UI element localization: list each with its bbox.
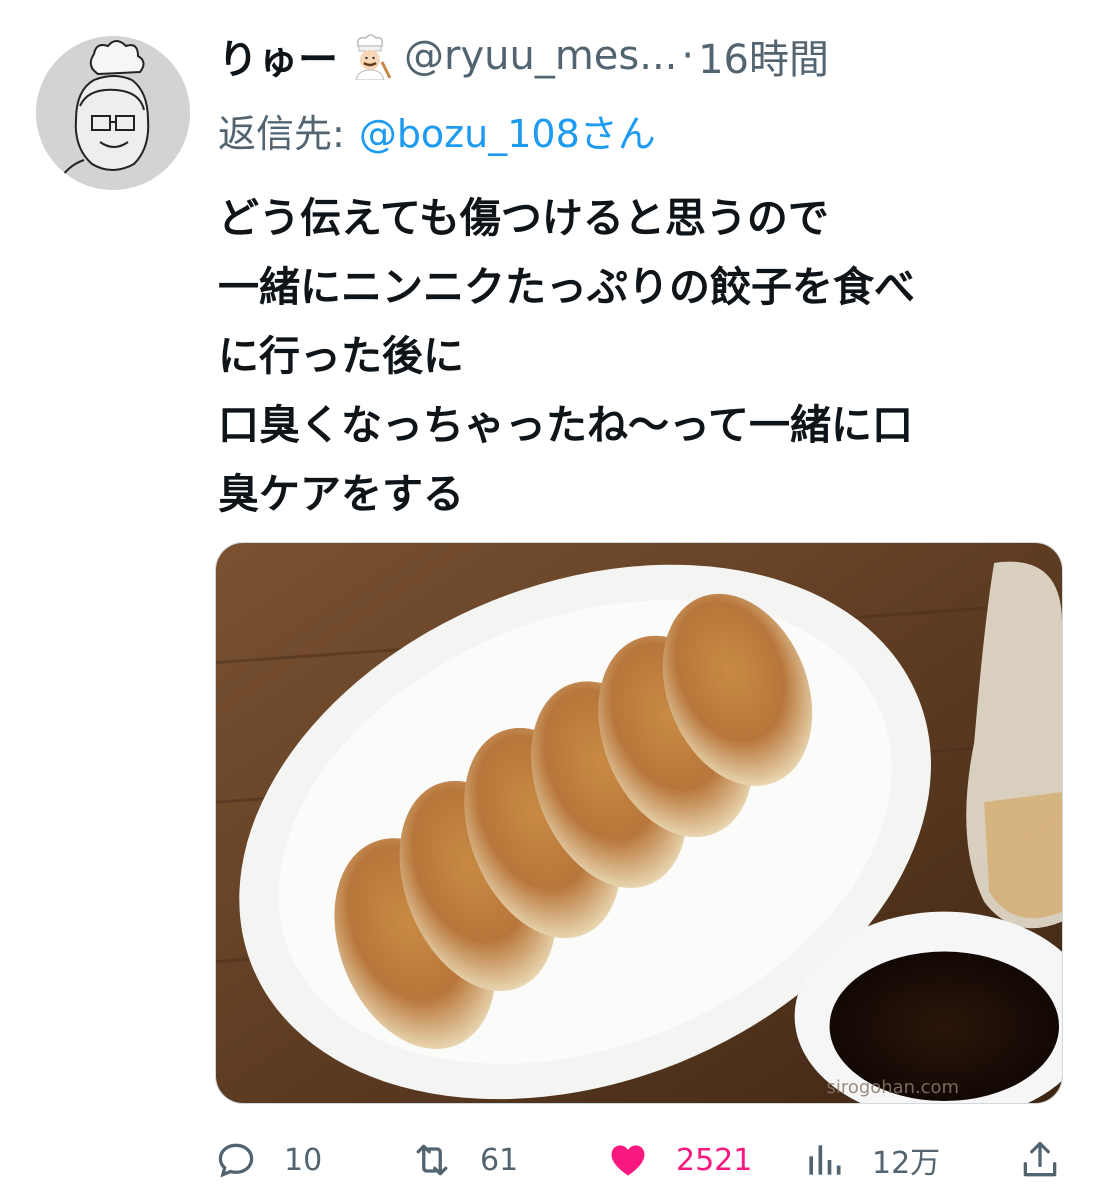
reply-to-link[interactable]: @bozu_108さん (359, 103, 656, 158)
retweet-icon (416, 1144, 448, 1176)
timestamp[interactable]: 16時間 (698, 27, 829, 85)
like-button[interactable]: 2521 (606, 1130, 752, 1190)
tweet-text-line: 臭ケアをする (218, 470, 464, 518)
tweet-text: どう伝えても傷つけると思うので 一緒にニンニクたっぷりの餃子を食べ に行った後に… (218, 184, 1078, 529)
reply-icon (218, 1143, 254, 1178)
share-icon (1023, 1141, 1057, 1177)
reply-button[interactable]: 10 (214, 1130, 322, 1190)
reply-context: 返信先: @bozu_108さん (218, 104, 656, 156)
retweet-button[interactable]: 61 (410, 1130, 518, 1190)
display-name[interactable]: りゅー (218, 27, 338, 85)
media-watermark: sirogohan.com (827, 1077, 959, 1098)
chef-emoji-icon (346, 32, 394, 80)
reply-label: 返信先: (218, 111, 345, 156)
avatar[interactable] (36, 36, 190, 190)
tweet-header: りゅー @ryuu_mes... · 16時間 (218, 28, 1078, 84)
share-button[interactable] (1018, 1130, 1062, 1190)
avatar-drawing (36, 36, 190, 190)
user-handle[interactable]: @ryuu_mes... (404, 33, 677, 79)
views-count: 12万 (872, 1146, 941, 1181)
separator-dot: · (681, 33, 695, 79)
tweet-text-line: 一緒にニンニクたっぷりの餃子を食べ (218, 263, 915, 311)
views-icon (809, 1145, 841, 1175)
tweet-actions: 10 61 2521 12万 (214, 1130, 1074, 1190)
retweet-count: 61 (480, 1142, 519, 1178)
gyoza-photo: sirogohan.com (216, 543, 1062, 1103)
views-button[interactable]: 12万 (802, 1130, 940, 1190)
tweet-text-line: に行った後に (218, 332, 464, 380)
tweet-media-image[interactable]: sirogohan.com (215, 542, 1063, 1104)
like-count: 2521 (676, 1142, 753, 1178)
tweet-text-line: 口臭くなっちゃったね〜って一緒に口 (218, 401, 913, 449)
reply-count: 10 (284, 1142, 323, 1178)
tweet-text-line: どう伝えても傷つけると思うので (218, 194, 829, 242)
heart-icon (611, 1145, 645, 1176)
